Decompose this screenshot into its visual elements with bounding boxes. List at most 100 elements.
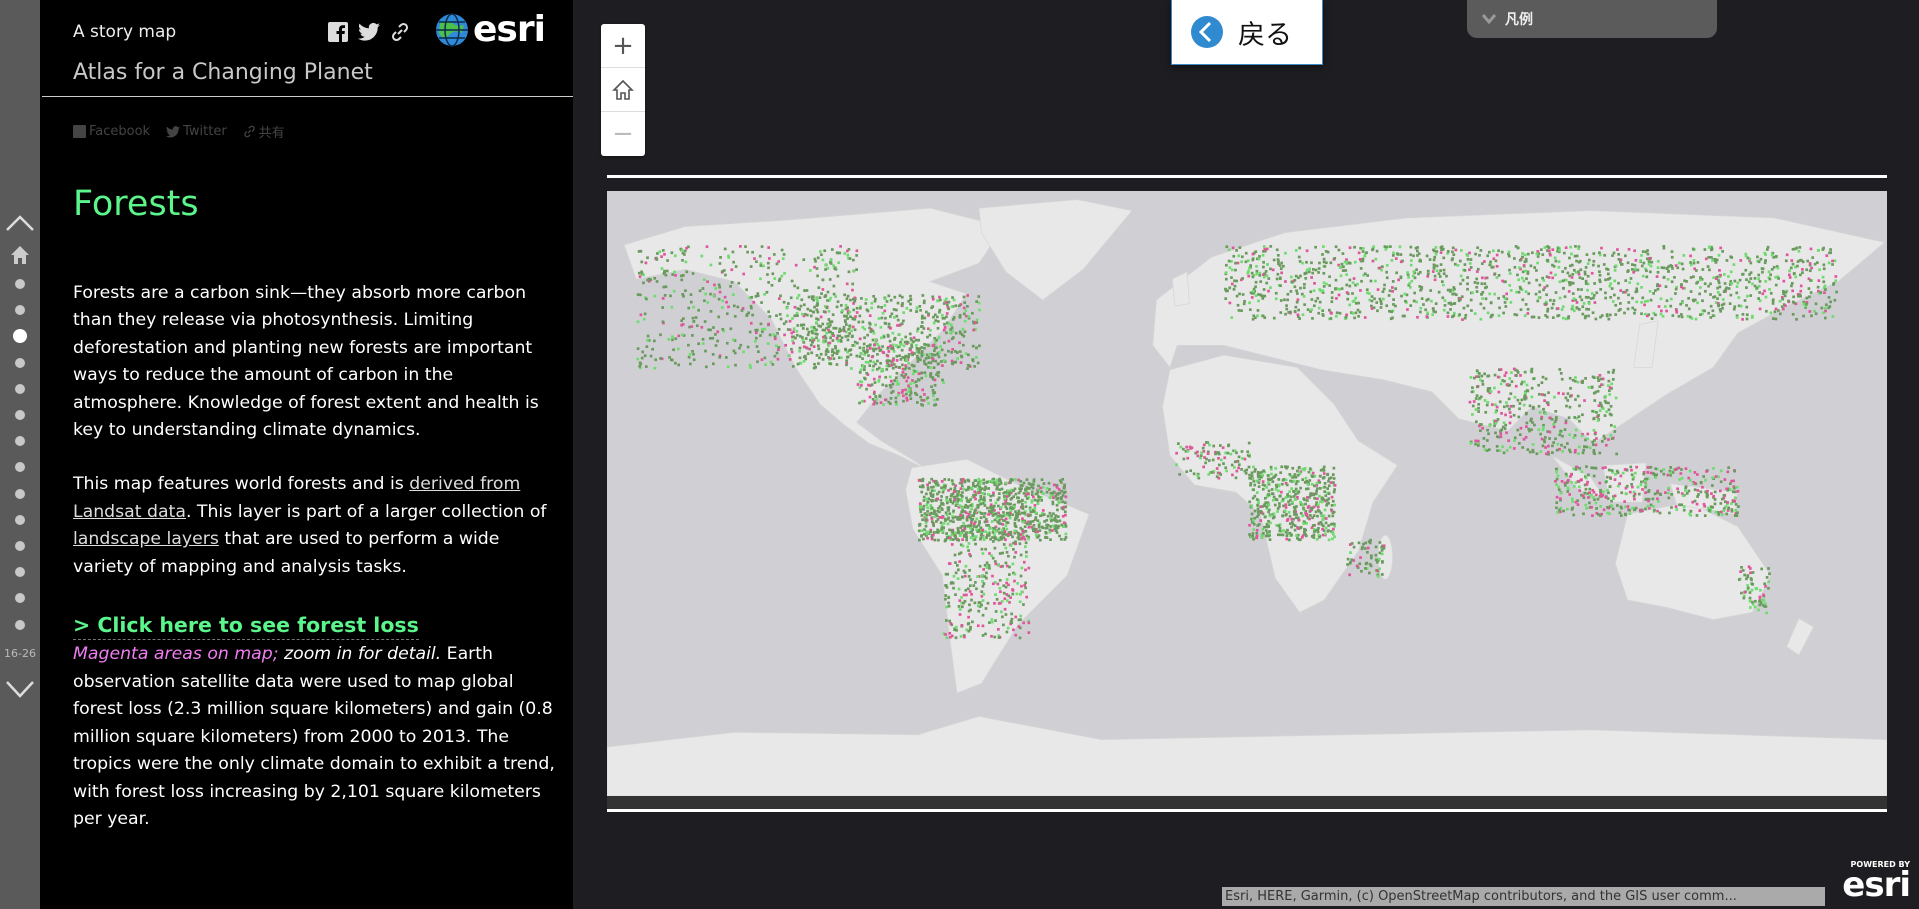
forest-pixel (934, 319, 938, 322)
section-dot[interactable] (15, 383, 25, 394)
forest-pixel (1392, 298, 1395, 301)
forest-pixel (1756, 255, 1759, 259)
twitter-icon (166, 125, 181, 137)
zoom-out-button[interactable]: − (601, 112, 645, 156)
forest-pixel (714, 287, 718, 290)
forest-pixel (1531, 443, 1535, 446)
landscape-layers-link[interactable]: landscape layers (73, 529, 219, 549)
forest-pixel (1016, 496, 1019, 500)
forest-pixel (670, 251, 674, 255)
forest-pixel (947, 349, 950, 353)
forest-pixel (926, 506, 930, 510)
section-dot[interactable] (13, 329, 27, 344)
back-button[interactable]: 戻る (1171, 0, 1323, 65)
zoom-in-button[interactable]: + (601, 24, 645, 68)
forest-pixel (917, 338, 921, 342)
forest-pixel (1571, 281, 1575, 285)
link-icon[interactable] (390, 22, 410, 42)
forest-pixel (1400, 294, 1403, 298)
forest-pixel (936, 492, 939, 496)
forest-pixel (1598, 278, 1602, 282)
forest-pixel (846, 338, 850, 342)
forest-pixel (870, 301, 874, 305)
forest-pixel (1022, 492, 1026, 495)
forest-pixel (1310, 308, 1313, 312)
forest-pixel (1463, 316, 1467, 320)
forest-pixel (1691, 500, 1695, 504)
forest-pixel (872, 364, 875, 368)
forest-pixel (1637, 492, 1641, 496)
forest-pixel (1789, 266, 1793, 270)
section-dot[interactable] (15, 462, 25, 473)
forest-pixel (895, 403, 898, 406)
forest-pixel (1641, 250, 1645, 253)
forest-pixel (676, 347, 680, 351)
forest-pixel (1434, 252, 1438, 256)
facebook-icon[interactable] (328, 22, 348, 42)
forest-pixel (760, 301, 763, 304)
section-dot[interactable] (15, 357, 25, 368)
forest-pixel (1267, 503, 1271, 506)
share-link[interactable]: 共有 (243, 122, 285, 141)
world-forest-map[interactable] (606, 191, 1888, 797)
forest-pixel (1545, 284, 1549, 288)
forest-pixel (1574, 428, 1578, 432)
forest-pixel (810, 325, 813, 329)
landmass (1171, 271, 1190, 307)
forest-pixel (1732, 263, 1736, 266)
forest-pixel (887, 350, 891, 353)
forest-pixel (1264, 269, 1268, 273)
forest-pixel (902, 344, 906, 348)
forest-pixel (1556, 307, 1560, 310)
forest-pixel (1435, 264, 1439, 268)
section-dot[interactable] (15, 593, 25, 604)
forest-pixel (1468, 400, 1472, 404)
section-dot[interactable] (15, 305, 25, 316)
forest-pixel (1561, 270, 1565, 273)
forest-pixel (1031, 483, 1035, 486)
share-facebook[interactable]: Facebook (73, 124, 150, 139)
forest-loss-link[interactable]: > Click here to see forest loss (73, 611, 419, 641)
forest-pixel (993, 536, 997, 539)
forest-pixel (1535, 252, 1539, 256)
home-icon[interactable] (10, 245, 30, 265)
forest-pixel (936, 497, 939, 501)
chevron-up-icon[interactable] (5, 212, 35, 232)
section-dot[interactable] (15, 514, 25, 525)
chevron-down-icon[interactable] (5, 680, 35, 700)
forest-pixel (1004, 524, 1008, 527)
forest-pixel (1257, 299, 1260, 303)
section-dot[interactable] (15, 619, 25, 630)
section-dot[interactable] (15, 410, 25, 420)
legend-toggle[interactable]: 凡例 (1467, 0, 1717, 38)
forest-pixel (643, 312, 647, 316)
forest-pixel (782, 300, 786, 304)
home-extent-button[interactable] (601, 68, 645, 112)
section-dot[interactable] (15, 567, 25, 578)
forest-pixel (658, 250, 662, 254)
forest-pixel (1610, 437, 1614, 440)
forest-pixel (1631, 296, 1634, 300)
forest-pixel (1237, 254, 1241, 258)
forest-pixel (1324, 526, 1328, 530)
forest-pixel (1280, 482, 1284, 486)
share-twitter[interactable]: Twitter (166, 124, 227, 139)
forest-pixel (1224, 271, 1228, 275)
section-dot[interactable] (15, 279, 25, 289)
forest-pixel (1255, 531, 1259, 535)
forest-pixel (845, 355, 849, 359)
section-dot[interactable] (15, 541, 25, 551)
twitter-icon[interactable] (358, 22, 380, 42)
forest-pixel (1613, 293, 1616, 297)
forest-pixel (1515, 313, 1519, 317)
forest-pixel (943, 326, 947, 329)
section-dot[interactable] (15, 488, 25, 499)
section-dot[interactable] (15, 436, 25, 447)
forest-pixel (1669, 297, 1673, 301)
forest-pixel (1267, 519, 1270, 523)
forest-pixel (777, 327, 781, 331)
forest-pixel (731, 250, 735, 254)
forest-pixel (986, 480, 989, 484)
esri-logo[interactable]: esri (435, 12, 546, 48)
forest-pixel (952, 509, 955, 513)
